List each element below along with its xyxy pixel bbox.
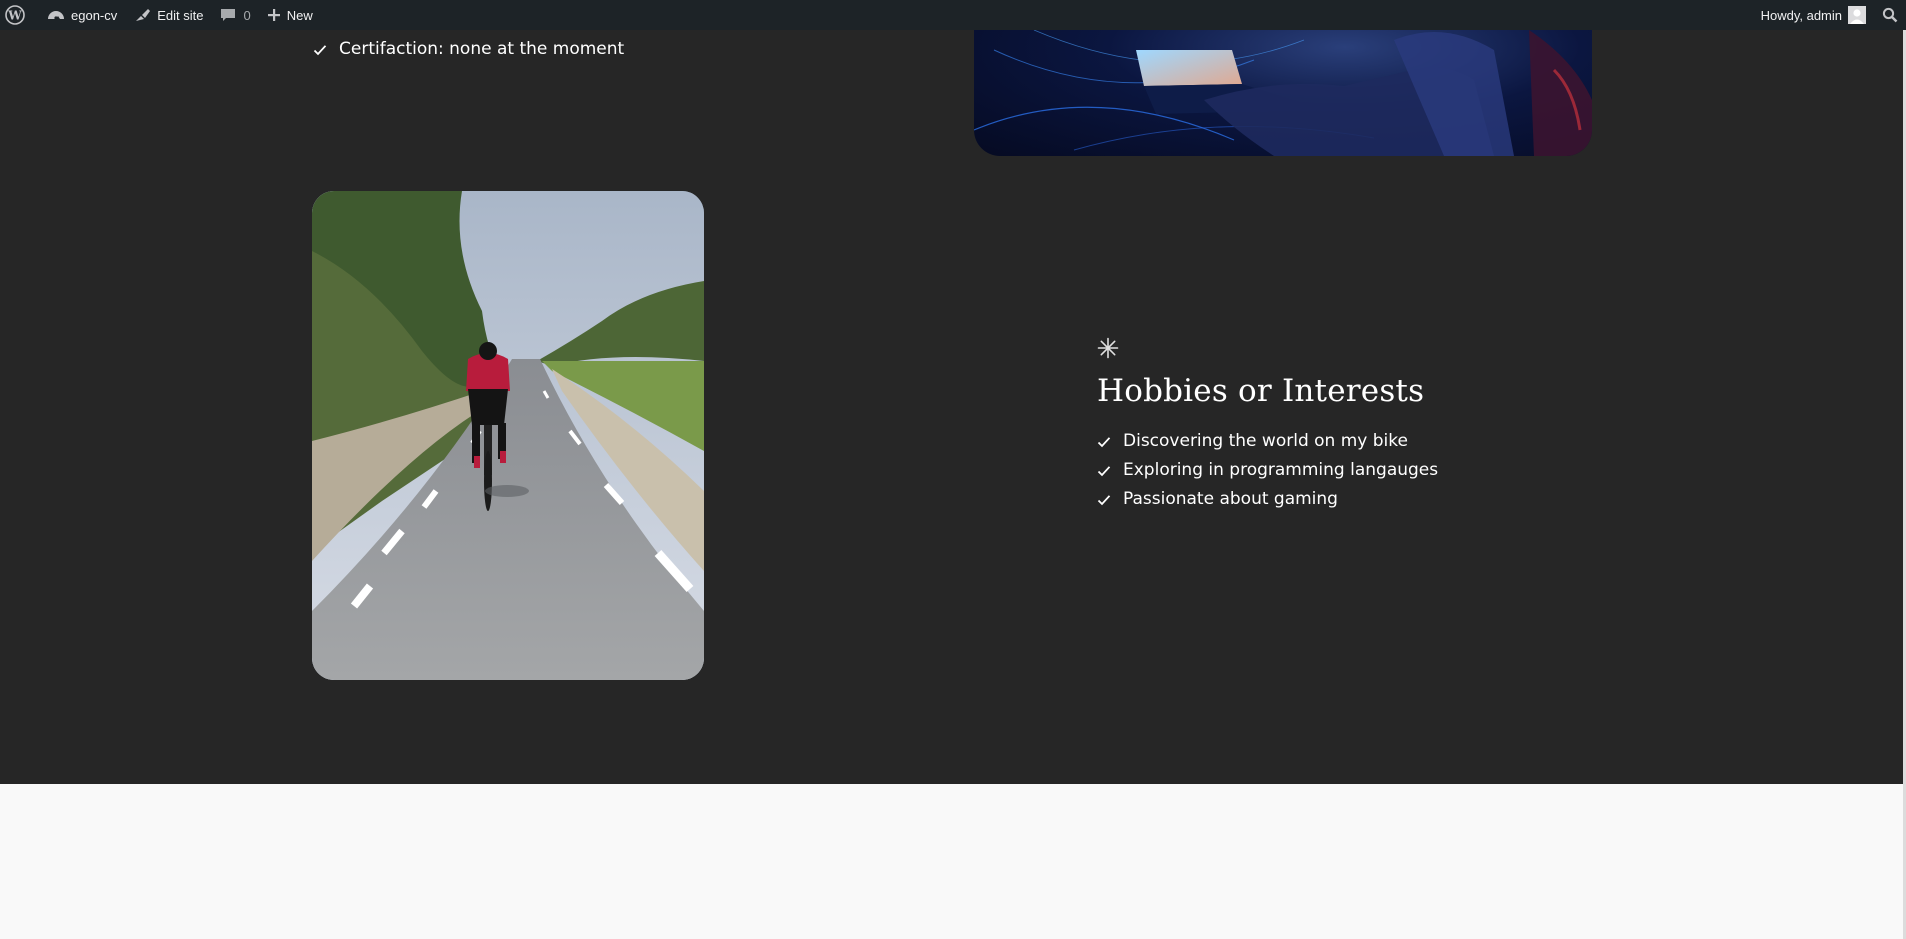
gaming-image — [974, 30, 1592, 156]
my-account-menu[interactable]: Howdy, admin — [1753, 0, 1874, 30]
howdy-label: Howdy, admin — [1760, 7, 1842, 23]
admin-bar-left: W egon-cv Edit site 0 New — [0, 0, 321, 30]
certification-text: Certifaction: none at the moment — [339, 39, 625, 59]
wordpress-logo-icon: W — [5, 5, 25, 25]
asterisk-icon — [1097, 337, 1119, 359]
content-section: Certifaction: none at the moment Hobbies… — [0, 30, 1906, 784]
edit-site-button[interactable]: Edit site — [125, 0, 211, 30]
site-name-label: egon-cv — [71, 7, 118, 23]
comments-count: 0 — [243, 7, 251, 23]
comment-bubble-icon — [220, 7, 236, 23]
hobby-text: Discovering the world on my bike — [1123, 431, 1408, 451]
check-icon — [1097, 494, 1111, 506]
new-label: New — [286, 7, 313, 23]
certification-item: Certifaction: none at the moment — [313, 35, 624, 64]
check-icon — [1097, 436, 1111, 448]
admin-bar: W egon-cv Edit site 0 New Howdy, admin — [0, 0, 1906, 30]
list-item: Passionate about gaming — [1097, 485, 1438, 514]
search-icon — [1882, 7, 1898, 23]
edit-site-label: Edit site — [157, 7, 204, 23]
hobby-text: Exploring in programming langauges — [1123, 460, 1439, 480]
dashboard-icon — [47, 7, 65, 23]
list-item: Exploring in programming langauges — [1097, 456, 1438, 485]
search-button[interactable] — [1874, 0, 1906, 30]
wordpress-logo-button[interactable]: W — [0, 0, 39, 30]
brush-icon — [133, 7, 151, 23]
list-item: Discovering the world on my bike — [1097, 427, 1438, 456]
hobbies-title: Hobbies or Interests — [1097, 373, 1425, 409]
hobbies-list: Discovering the world on my bike Explori… — [1097, 427, 1438, 514]
site-name-menu[interactable]: egon-cv — [39, 0, 125, 30]
check-icon — [1097, 465, 1111, 477]
avatar-icon — [1848, 6, 1866, 24]
comments-button[interactable]: 0 — [212, 0, 259, 30]
check-icon — [313, 44, 327, 56]
cycling-photo — [312, 191, 704, 680]
hobby-text: Passionate about gaming — [1123, 489, 1338, 509]
plus-icon — [267, 8, 281, 22]
admin-bar-right: Howdy, admin — [1753, 0, 1906, 30]
new-content-button[interactable]: New — [259, 0, 321, 30]
hobbies-block: Hobbies or Interests Discovering the wor… — [1097, 337, 1438, 514]
svg-text:W: W — [7, 9, 22, 23]
